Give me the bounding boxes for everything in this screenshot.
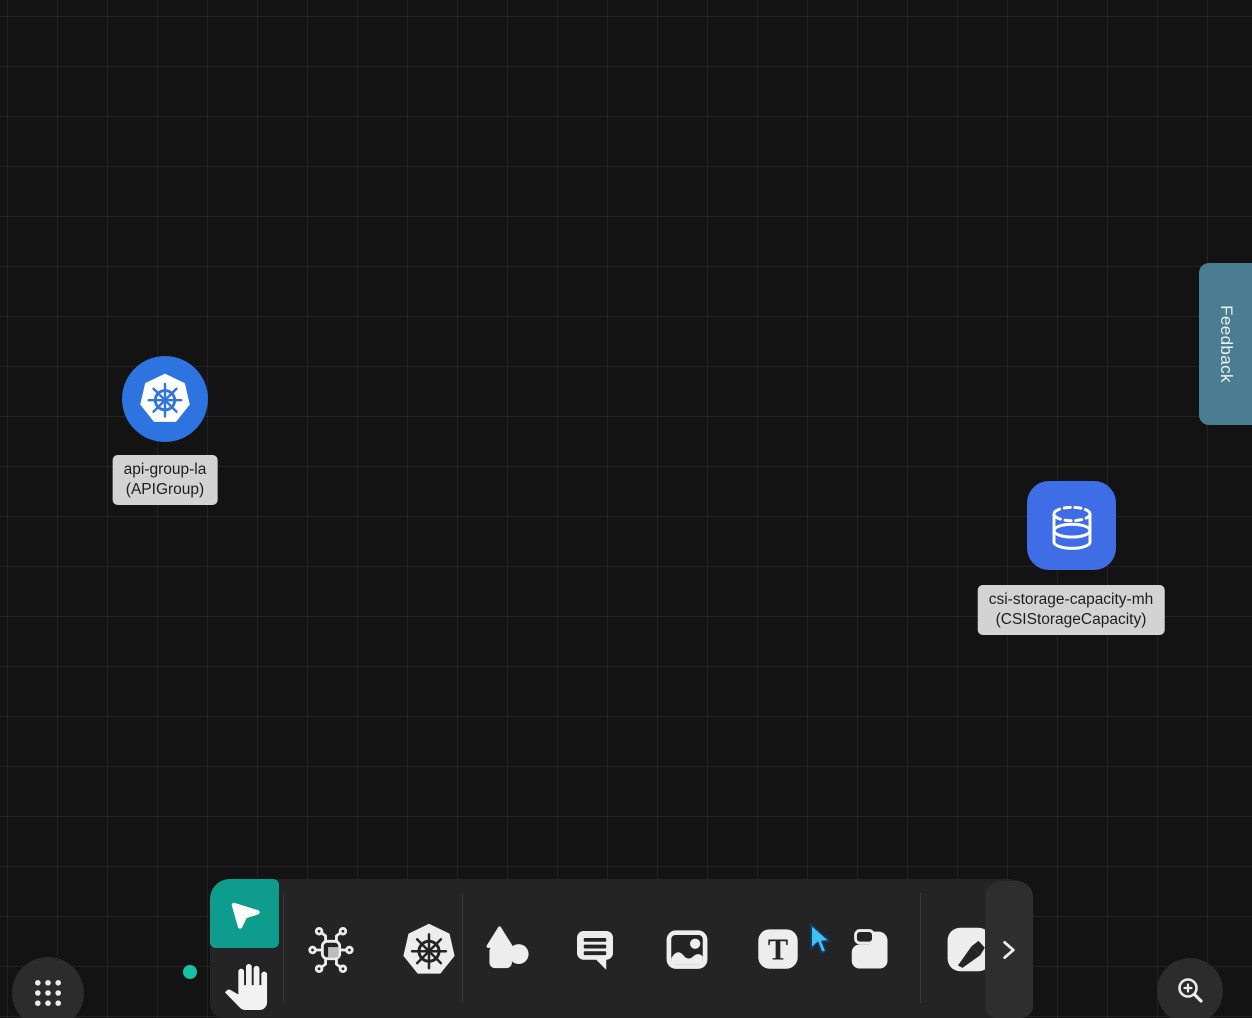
node-type: (APIGroup) bbox=[124, 480, 207, 500]
text-tool-button[interactable]: T bbox=[749, 920, 807, 978]
circuit-node-icon bbox=[305, 924, 357, 976]
storage-cylinder-icon bbox=[1040, 494, 1104, 558]
cursor-arrow-icon bbox=[227, 896, 263, 932]
node-name: csi-storage-capacity-mh bbox=[989, 590, 1154, 610]
status-dot bbox=[183, 965, 197, 979]
feedback-tab[interactable]: Feedback bbox=[1199, 263, 1252, 425]
toolbar: T bbox=[210, 879, 1030, 1018]
shapes-tool-button[interactable] bbox=[479, 920, 537, 978]
chevron-right-icon bbox=[1000, 937, 1018, 963]
save-icon bbox=[842, 923, 894, 975]
comment-tool-button[interactable] bbox=[566, 920, 624, 978]
image-icon bbox=[659, 921, 715, 977]
kubernetes-icon bbox=[399, 920, 459, 980]
grid-dots-icon bbox=[31, 976, 65, 1010]
save-tool-button[interactable] bbox=[839, 920, 897, 978]
hand-icon bbox=[223, 964, 269, 1010]
toolbar-expand-button[interactable] bbox=[985, 881, 1033, 1018]
toolbar-separator bbox=[920, 893, 921, 1003]
shapes-icon bbox=[481, 922, 535, 976]
toolbar-separator bbox=[462, 893, 463, 1003]
image-tool-button[interactable] bbox=[658, 920, 716, 978]
text-icon: T bbox=[751, 922, 805, 976]
toolbar-separator bbox=[283, 893, 284, 1003]
pan-tool-button[interactable] bbox=[217, 958, 275, 1016]
connections-tool-button[interactable] bbox=[302, 921, 360, 979]
node-name: api-group-la bbox=[124, 460, 207, 480]
node-label-csi-storage: csi-storage-capacity-mh (CSIStorageCapac… bbox=[978, 585, 1165, 635]
node-label-api-group: api-group-la (APIGroup) bbox=[113, 455, 218, 505]
comment-icon bbox=[568, 922, 622, 976]
node-api-group[interactable] bbox=[122, 356, 208, 442]
magnifier-plus-icon bbox=[1172, 973, 1208, 1009]
select-tool-button[interactable] bbox=[210, 879, 279, 948]
feedback-tab-label: Feedback bbox=[1216, 305, 1236, 383]
kubernetes-logo-icon bbox=[136, 370, 194, 428]
node-type: (CSIStorageCapacity) bbox=[989, 610, 1154, 630]
node-csi-storage-capacity[interactable] bbox=[1027, 481, 1116, 570]
kubernetes-tool-button[interactable] bbox=[400, 921, 458, 979]
svg-text:T: T bbox=[768, 933, 788, 967]
zoom-in-button[interactable] bbox=[1157, 958, 1223, 1018]
